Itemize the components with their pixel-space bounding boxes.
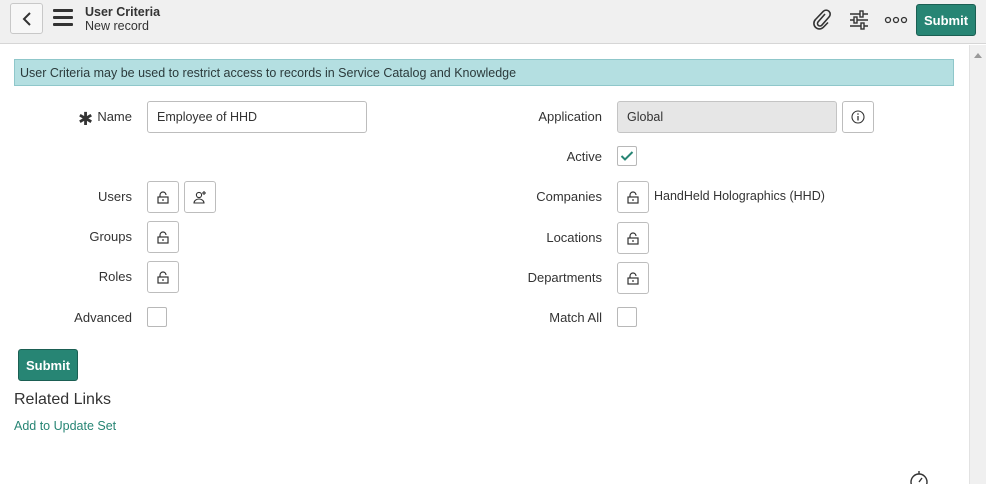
match-all-checkbox[interactable] [617,307,637,327]
lock-icon [627,190,639,204]
departments-label: Departments [527,270,602,285]
users-add-me-button[interactable] [184,181,216,213]
companies-value: HandHeld Holographics (HHD) [654,189,825,203]
advanced-checkbox[interactable] [147,307,167,327]
application-label: Application [538,109,602,124]
submit-button-top[interactable]: Submit [916,4,976,36]
back-button[interactable] [10,3,43,34]
more-icon[interactable] [884,8,908,32]
name-input[interactable] [147,101,367,133]
chevron-left-icon [22,11,31,26]
advanced-label: Advanced [74,310,132,325]
paperclip-icon[interactable] [810,8,834,32]
page-title: User Criteria [85,5,161,19]
checkmark-icon [620,151,634,161]
roles-label: Roles [98,269,132,284]
add-to-update-set-link[interactable]: Add to Update Set [14,419,116,433]
form-header: User Criteria New record Submit [0,0,986,44]
add-user-icon [193,191,206,204]
lock-icon [157,270,169,284]
name-label: Name [97,109,132,124]
timer-icon[interactable] [909,470,929,484]
related-links-heading: Related Links [14,391,111,408]
scrollbar[interactable] [969,45,986,484]
lock-icon [157,230,169,244]
match-all-label: Match All [549,310,602,325]
lock-icon [157,190,169,204]
locations-label: Locations [546,230,602,245]
info-icon [851,110,865,124]
companies-label: Companies [536,189,602,204]
application-field: Global [617,101,837,133]
scroll-up-arrow-icon[interactable] [974,53,982,58]
active-label: Active [566,149,602,164]
page-subtitle: New record [85,19,149,33]
page-title-block: User Criteria New record [85,5,160,33]
departments-lock-button[interactable] [617,262,649,294]
submit-button-bottom[interactable]: Submit [18,349,78,381]
groups-lock-button[interactable] [147,221,179,253]
roles-lock-button[interactable] [147,261,179,293]
application-info-button[interactable] [842,101,874,133]
hamburger-icon[interactable] [53,9,75,29]
groups-label: Groups [89,229,132,244]
users-lock-button[interactable] [147,181,179,213]
users-label: Users [98,189,132,204]
companies-lock-button[interactable] [617,181,649,213]
info-banner: User Criteria may be used to restrict ac… [14,59,954,86]
locations-lock-button[interactable] [617,222,649,254]
lock-icon [627,231,639,245]
sliders-icon[interactable] [847,8,871,32]
active-checkbox[interactable] [617,146,637,166]
lock-icon [627,271,639,285]
